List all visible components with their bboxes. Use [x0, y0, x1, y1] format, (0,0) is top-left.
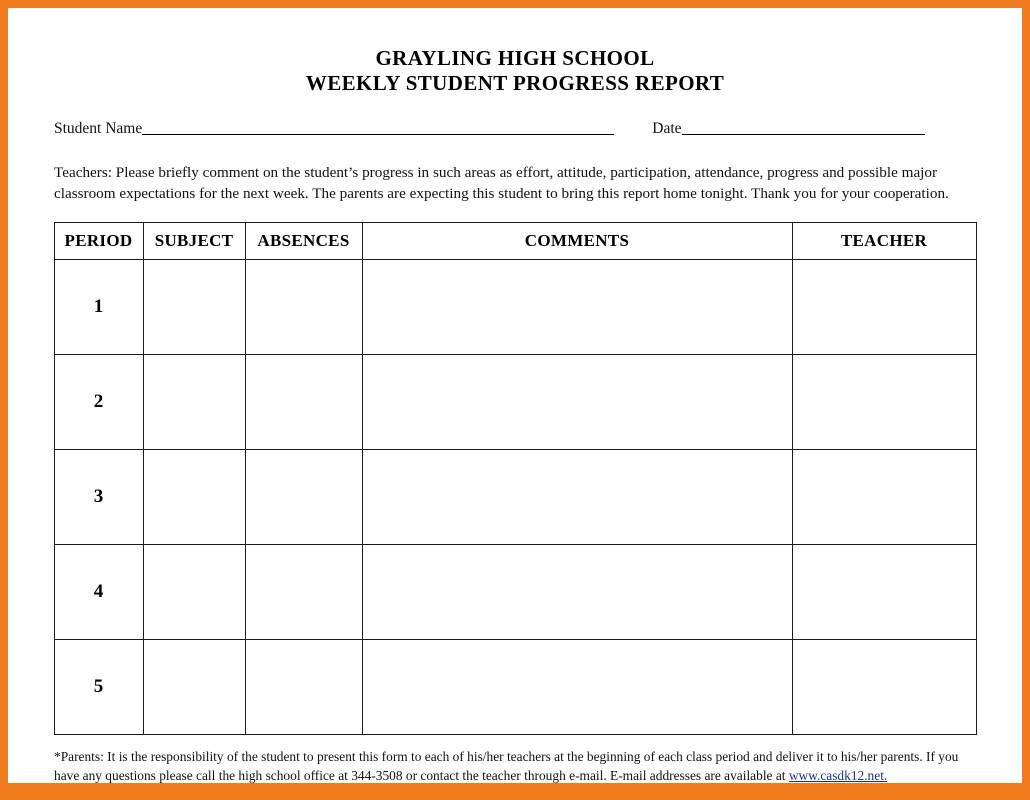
date-field[interactable]: Date [652, 119, 925, 138]
progress-report-table: PERIOD SUBJECT ABSENCES COMMENTS TEACHER… [53, 221, 977, 735]
cell-absences[interactable] [244, 543, 363, 640]
cell-teacher[interactable] [791, 638, 977, 735]
cell-teacher[interactable] [791, 448, 977, 545]
cell-absences[interactable] [244, 258, 363, 355]
instructions-paragraph: Teachers: Please briefly comment on the … [54, 163, 949, 203]
student-name-label: Student Name [54, 119, 143, 137]
student-name-input[interactable] [142, 133, 615, 135]
school-website-link[interactable]: www.casdk12.net. [789, 768, 887, 783]
cell-absences[interactable] [244, 638, 363, 735]
title-line-1: GRAYLING HIGH SCHOOL [375, 46, 655, 70]
cell-comments[interactable] [361, 353, 793, 450]
cell-subject[interactable] [142, 353, 246, 450]
date-label: Date [652, 119, 682, 137]
document-page: GRAYLING HIGH SCHOOL WEEKLY STUDENT PROG… [8, 8, 1022, 783]
cell-comments[interactable] [361, 543, 793, 640]
cell-comments[interactable] [361, 448, 793, 545]
student-name-field[interactable]: Student Name [54, 119, 615, 138]
cell-teacher[interactable] [791, 353, 977, 450]
table-row: 3 [53, 448, 977, 545]
table-row: 4 [53, 543, 977, 640]
cell-subject[interactable] [142, 258, 246, 355]
cell-absences[interactable] [244, 448, 363, 545]
title-line-2: WEEKLY STUDENT PROGRESS REPORT [305, 70, 725, 95]
cell-subject[interactable] [142, 638, 246, 735]
table-row: 2 [53, 353, 977, 450]
cell-comments[interactable] [361, 638, 793, 735]
column-header-period: PERIOD [53, 221, 144, 260]
cell-teacher[interactable] [791, 258, 977, 355]
cell-teacher[interactable] [791, 543, 977, 640]
column-header-comments: COMMENTS [361, 221, 793, 260]
cell-period: 4 [53, 543, 144, 640]
cell-absences[interactable] [244, 353, 363, 450]
column-header-teacher: TEACHER [791, 221, 977, 260]
parents-footnote: *Parents: It is the responsibility of th… [54, 747, 976, 785]
table-header-row: PERIOD SUBJECT ABSENCES COMMENTS TEACHER [53, 221, 977, 260]
identity-fields: Student Name Date [8, 120, 1022, 144]
column-header-subject: SUBJECT [142, 221, 246, 260]
date-input[interactable] [681, 133, 925, 135]
cell-comments[interactable] [361, 258, 793, 355]
cell-subject[interactable] [142, 448, 246, 545]
cell-period: 2 [53, 353, 144, 450]
cell-period: 3 [53, 448, 144, 545]
page-title: GRAYLING HIGH SCHOOL WEEKLY STUDENT PROG… [8, 8, 1022, 96]
cell-period: 5 [53, 638, 144, 735]
table-row: 5 [53, 638, 977, 735]
cell-subject[interactable] [142, 543, 246, 640]
cell-period: 1 [53, 258, 144, 355]
table-row: 1 [53, 258, 977, 355]
column-header-absences: ABSENCES [244, 221, 363, 260]
